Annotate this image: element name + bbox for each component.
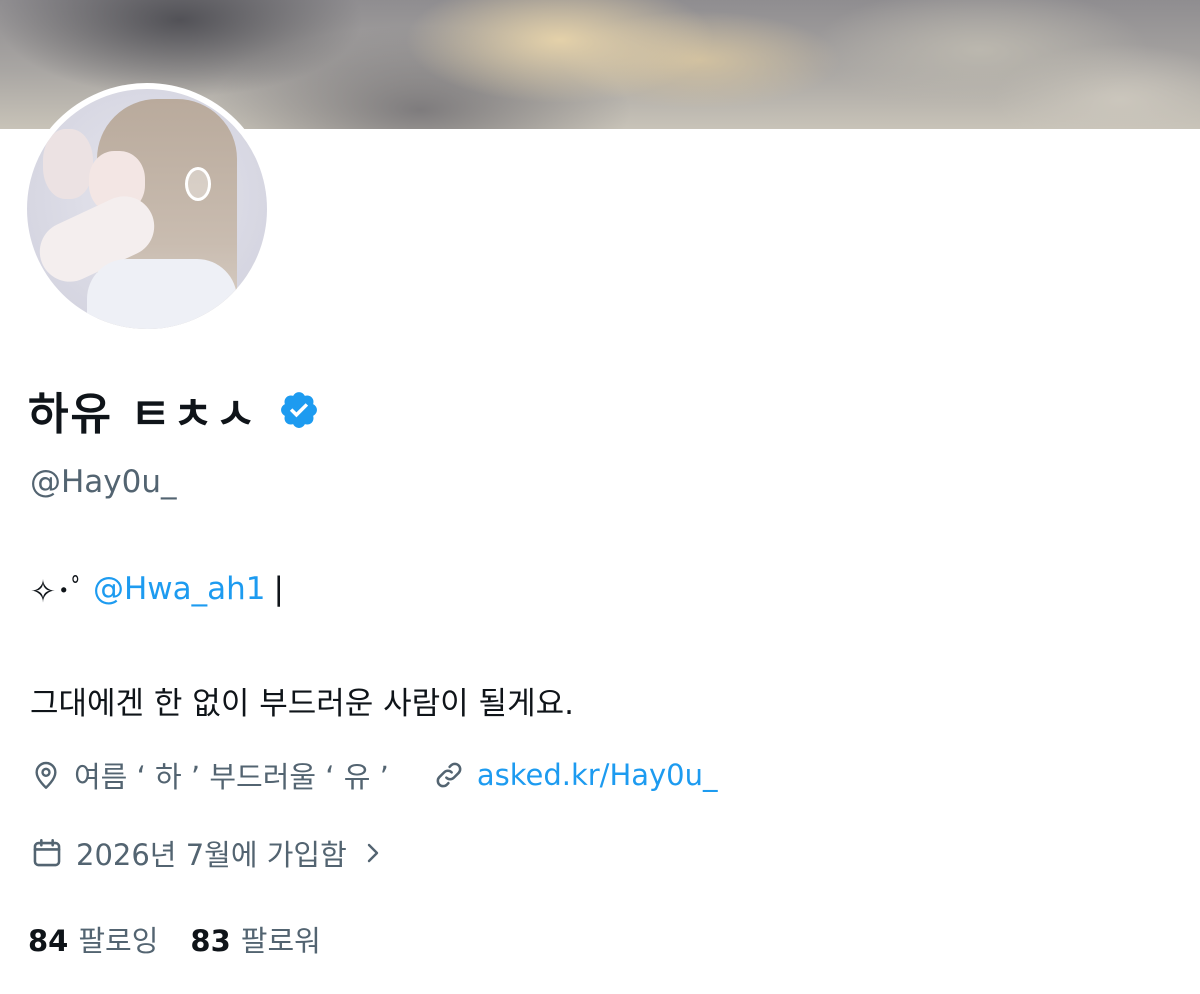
- bio-tagline: 그대에겐 한 없이 부드러운 사람이 될게요.: [30, 686, 574, 722]
- handle: @Hay0u_: [30, 464, 177, 500]
- profile-meta-row: 여름 ‘ 하 ’ 부드러울 ‘ 유 ’ asked.kr/Hay0u_: [30, 752, 718, 798]
- avatar-image: [27, 89, 267, 329]
- joined-row[interactable]: 2026년 7월에 가입함: [30, 830, 385, 876]
- following-count: 84: [28, 924, 69, 958]
- avatar[interactable]: [21, 83, 273, 335]
- followers-label: 팔로워: [240, 924, 321, 958]
- calendar-icon: [33, 838, 61, 867]
- following-label: 팔로잉: [78, 924, 159, 958]
- name-row: 하유 ㅌㅊㅅ: [28, 380, 320, 440]
- bio-mention-link[interactable]: @Hwa_ah1: [93, 571, 266, 607]
- location-pin-icon: [35, 761, 57, 789]
- followers-stat[interactable]: 83 팔로워: [190, 918, 320, 960]
- following-stat[interactable]: 84 팔로잉: [28, 918, 158, 960]
- website-link[interactable]: asked.kr/Hay0u_: [477, 758, 718, 792]
- followers-count: 83: [190, 924, 231, 958]
- website-item[interactable]: asked.kr/Hay0u_: [433, 758, 718, 792]
- chevron-right-icon: [367, 843, 378, 863]
- location-text: 여름 ‘ 하 ’ 부드러울 ‘ 유 ’: [74, 760, 389, 794]
- joined-text: 2026년 7월에 가입함: [76, 838, 347, 872]
- link-icon: [436, 762, 462, 788]
- location-item: 여름 ‘ 하 ’ 부드러울 ‘ 유 ’: [30, 754, 389, 796]
- verified-badge-icon[interactable]: [278, 389, 320, 431]
- bio-symbols: ✧･ﾟ: [30, 574, 87, 610]
- bio-line-1: ✧･ﾟ @Hwa_ah1 |: [30, 566, 284, 611]
- display-name: 하유 ㅌㅊㅅ: [28, 389, 258, 440]
- bio-separator: |: [273, 570, 284, 607]
- follow-stats: 84 팔로잉 83 팔로워: [28, 916, 321, 962]
